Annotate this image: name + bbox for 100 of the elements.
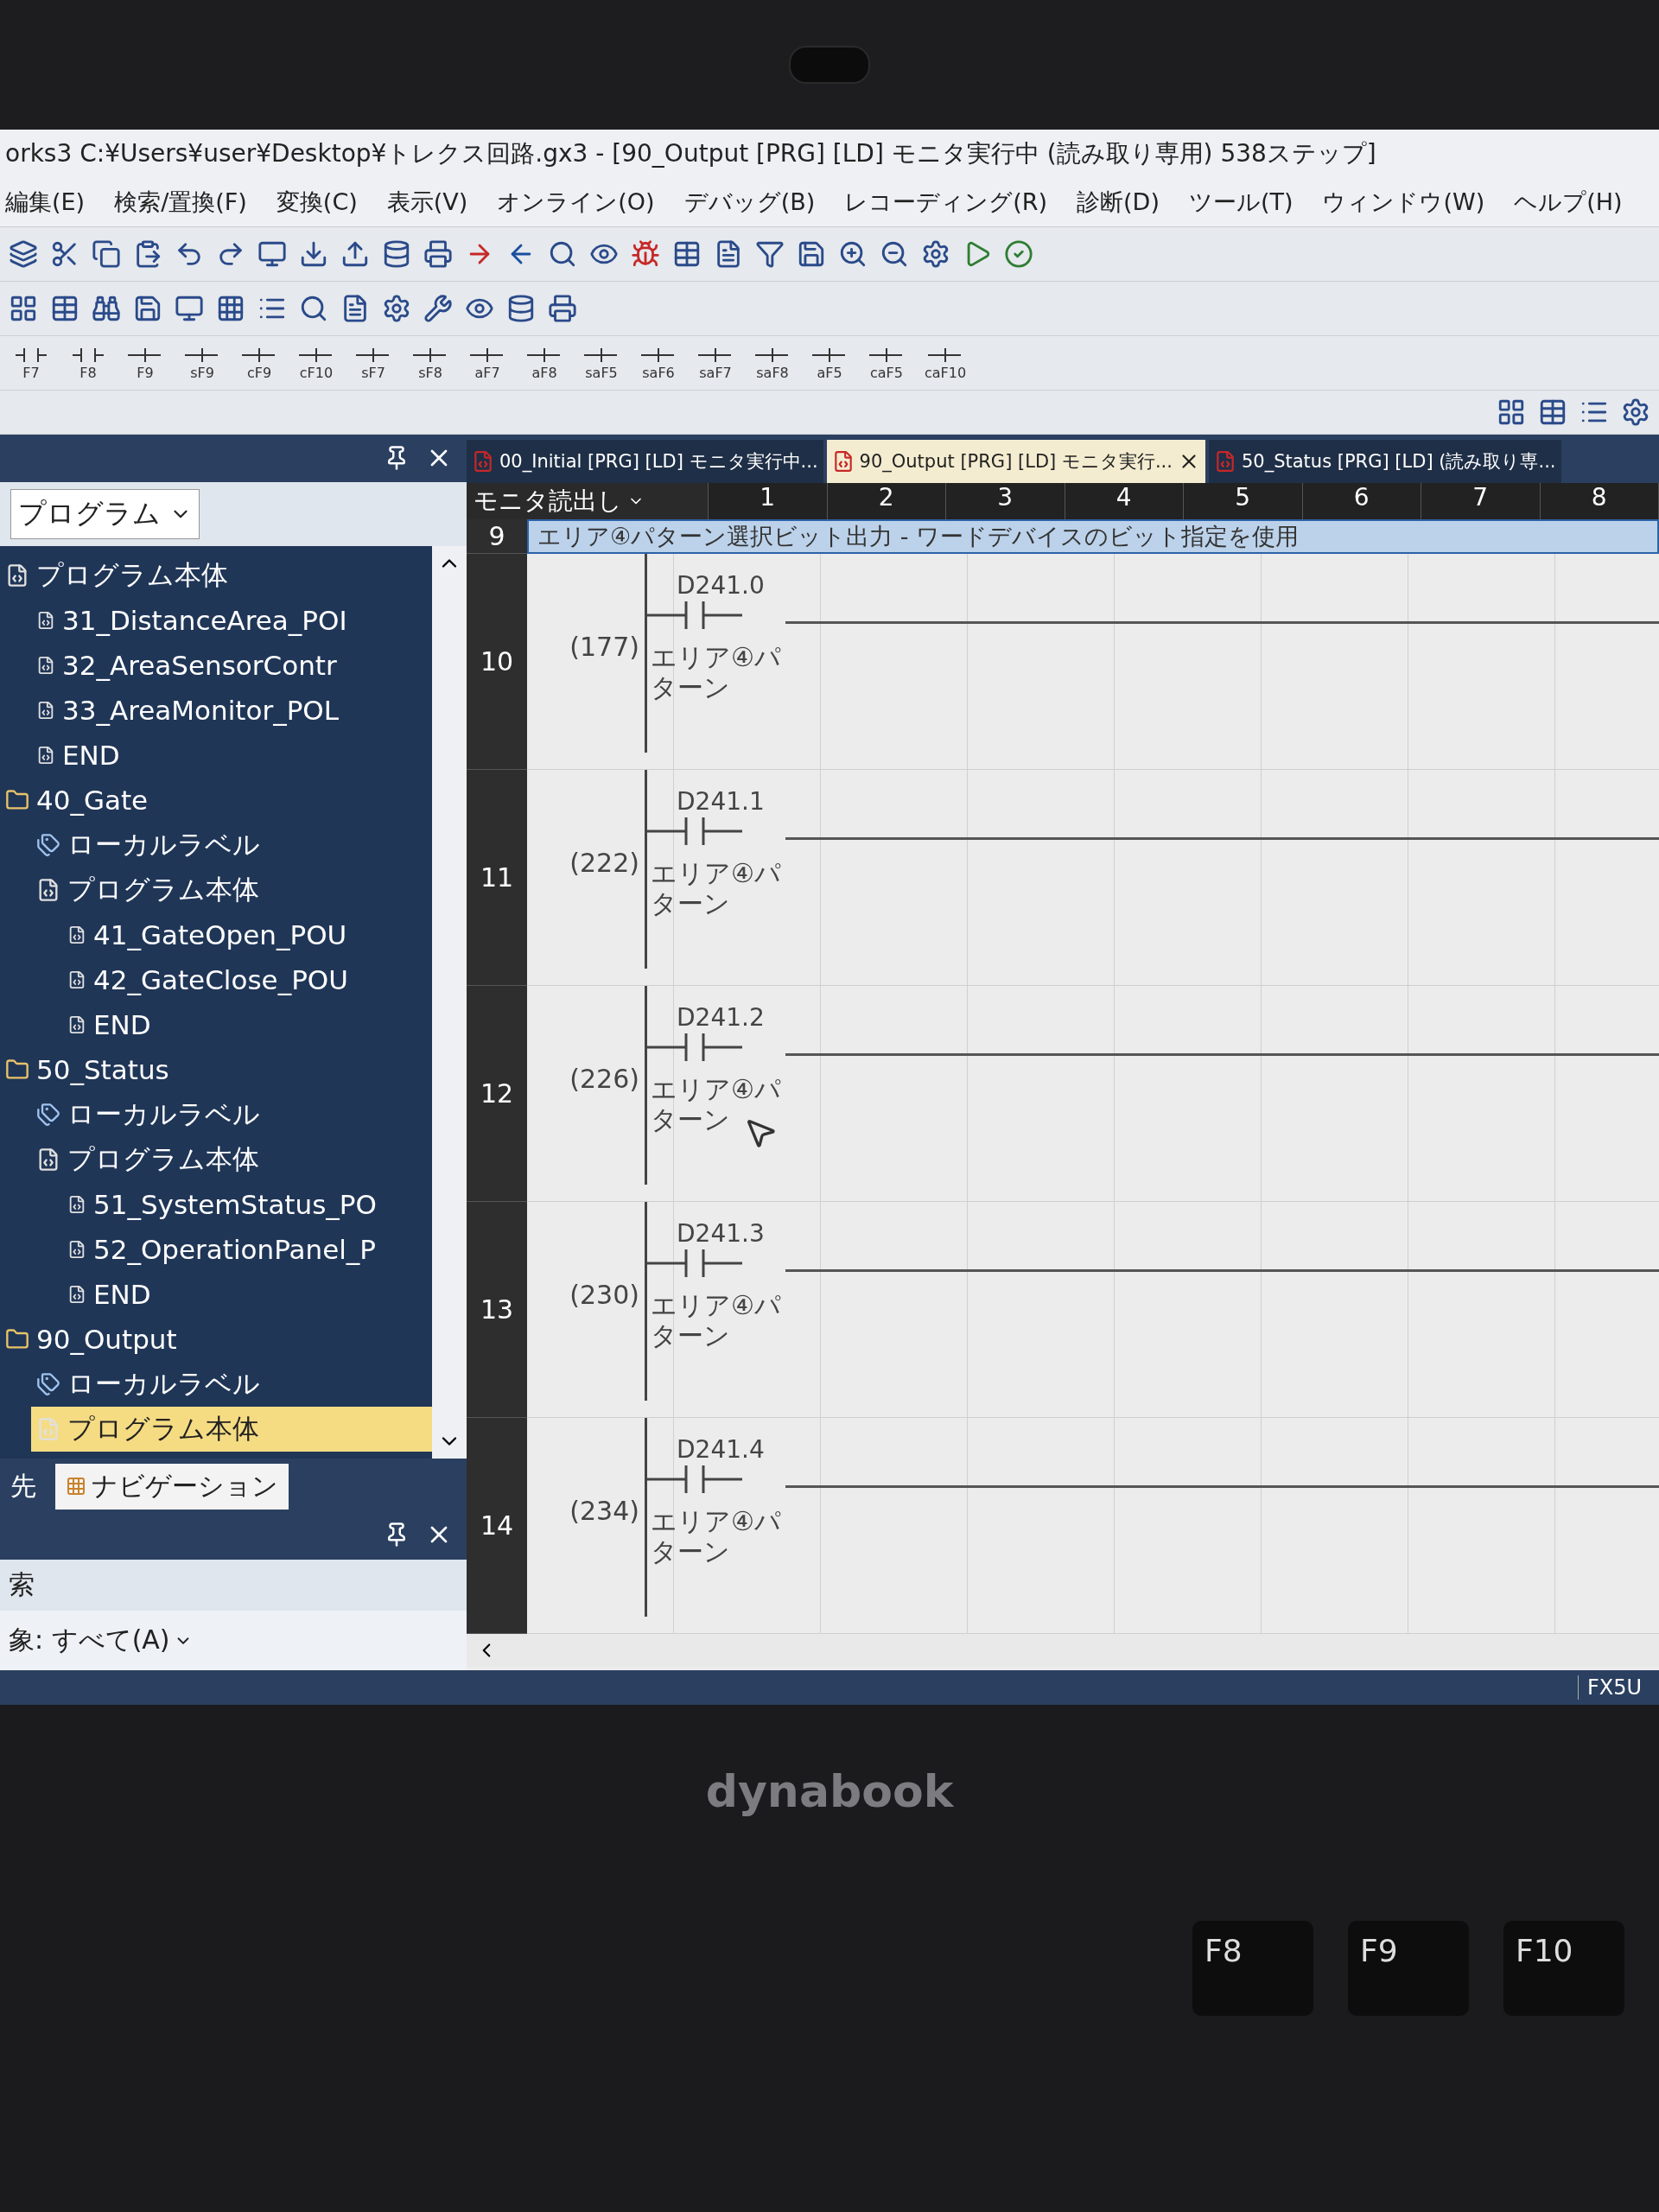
device-comment: エリア④パターン [651,1507,782,1567]
menu-item[interactable]: 検索/置換(F) [114,187,247,218]
keyboard-key: F9 [1348,1921,1469,2016]
tree-item[interactable]: プログラム本体 [0,553,432,599]
mode-dropdown[interactable]: モニタ読出し [467,483,709,519]
layout-icon[interactable] [9,294,38,323]
ladder-file-icon [472,450,494,473]
row-number: 14 [467,1418,527,1634]
printer-icon[interactable] [548,294,577,323]
menu-item[interactable]: オンライン(O) [497,187,655,218]
ladder-symbol-button[interactable]: aF5 [807,345,852,381]
tree-item[interactable]: END [31,733,432,779]
tree-item[interactable]: 50_Status [0,1047,432,1093]
step-number: (234) [569,1496,640,1526]
ladder-symbol-button[interactable]: caF5 [864,345,909,381]
editor-tab[interactable]: 50_Status [PRG] [LD] (読み取り専... [1208,440,1561,483]
program-icon [67,925,86,945]
rung-comment: エリア④パターン選択ビット出力 - ワードデバイスのビット指定を使用 [527,519,1659,554]
tree-item[interactable]: 51_SystemStatus_PO [62,1182,432,1228]
tree-item[interactable]: プログラム本体 [31,1137,432,1183]
tree-item[interactable]: END [62,1002,432,1048]
menu-item[interactable]: ヘルプ(H) [1514,187,1623,218]
table-icon[interactable] [50,294,79,323]
menu-item[interactable]: ウィンドウ(W) [1322,187,1485,218]
ladder-symbol-button[interactable]: aF8 [522,345,567,381]
zoom-in-icon[interactable] [838,239,868,269]
device-label: D241.4 [677,1435,765,1464]
menu-item[interactable]: ツール(T) [1188,187,1294,218]
ladder-symbol-button[interactable]: F8 [66,345,111,381]
tree-item[interactable]: ローカルラベル [31,823,432,868]
tree-item[interactable]: 31_DistanceArea_POI [31,598,432,644]
keyboard-key: F8 [1192,1921,1313,2016]
binoculars-icon[interactable] [92,294,121,323]
wrench-icon[interactable] [423,294,453,323]
ladder-symbol-button[interactable]: saF8 [750,345,795,381]
ladder-symbol-button[interactable]: F9 [123,345,168,381]
ladder-symbol-button[interactable]: caF10 [921,345,970,381]
tree-item[interactable]: ローカルラベル [31,1092,432,1138]
ladder-symbol-button[interactable]: cF10 [294,345,339,381]
menu-item[interactable]: デバッグ(B) [683,187,816,218]
tree-item[interactable]: ローカルラベル [31,1362,432,1408]
device-comment: エリア④パターン [651,1291,782,1351]
tree-item[interactable]: 40_Gate [0,778,432,823]
menu-item[interactable]: レコーディング(R) [844,187,1048,218]
step-number: (226) [569,1064,640,1094]
device-label: D241.1 [677,787,765,816]
tree-item[interactable]: 32_AreaSensorContr [31,643,432,689]
table-icon[interactable] [672,239,702,269]
ladder-symbol-button[interactable]: saF7 [693,345,738,381]
tree-item[interactable]: 41_GateOpen_POU [62,912,432,958]
search-icon[interactable] [299,294,328,323]
panel-tab[interactable]: 先 [0,1463,47,1510]
ladder-symbol-button[interactable]: sF8 [408,345,453,381]
menu-item[interactable]: 編集(E) [5,187,86,218]
menu-item[interactable]: 表示(V) [386,187,468,218]
ladder-symbol-button[interactable]: sF9 [180,345,225,381]
upload-icon[interactable] [340,239,370,269]
menu-item[interactable]: 変換(C) [276,187,358,218]
table-icon[interactable] [1538,397,1567,427]
database-icon[interactable] [382,239,411,269]
editor-tab[interactable]: 00_Initial [PRG] [LD] モニタ実行中... [467,440,823,483]
filter-icon[interactable] [755,239,785,269]
zoom-out-icon[interactable] [880,239,909,269]
keyboard-key: F10 [1503,1921,1624,2016]
tree-item[interactable]: 90_Output [0,1317,432,1363]
save-icon[interactable] [133,294,162,323]
check-icon[interactable] [1004,239,1033,269]
ladder-symbol-button[interactable]: aF7 [465,345,510,381]
ladder-symbol-button[interactable]: saF5 [579,345,624,381]
debug-icon[interactable] [631,239,660,269]
settings-icon[interactable] [382,294,411,323]
download-icon[interactable] [299,239,328,269]
monitor-icon[interactable] [257,239,287,269]
view-dropdown[interactable]: プログラム [10,488,200,539]
menu-item[interactable]: 診断(D) [1077,187,1160,218]
settings-icon[interactable] [1621,397,1650,427]
grid-icon[interactable] [216,294,245,323]
device-label: D241.0 [677,571,765,600]
program-icon [67,1240,86,1260]
tree-item[interactable]: 42_GateClose_POU [62,957,432,1003]
tree-item[interactable]: プログラム本体 [31,868,432,913]
printer-icon[interactable] [423,239,453,269]
monitor-icon[interactable] [175,294,204,323]
tree-item[interactable]: 52_OperationPanel_P [62,1227,432,1273]
panel-tab[interactable]: ナビゲーション [55,1463,289,1510]
ladder-symbol-button[interactable]: F7 [9,345,54,381]
editor-tab[interactable]: 90_Output [PRG] [LD] モニタ実行... [826,440,1205,483]
database-icon[interactable] [506,294,536,323]
tree-item[interactable]: プログラム本体 [31,1407,432,1452]
settings-icon[interactable] [921,239,950,269]
layout-icon[interactable] [1497,397,1526,427]
tree-item[interactable]: END [62,1272,432,1318]
ladder-symbol-button[interactable]: cF9 [237,345,282,381]
ladder-symbol-button[interactable]: saF6 [636,345,681,381]
program-icon [36,746,55,766]
tree-item[interactable]: 33_AreaMonitor_POL [31,688,432,734]
save-icon[interactable] [797,239,826,269]
copy-icon[interactable] [92,239,121,269]
ladder-symbol-button[interactable]: sF7 [351,345,396,381]
search-icon[interactable] [548,239,577,269]
